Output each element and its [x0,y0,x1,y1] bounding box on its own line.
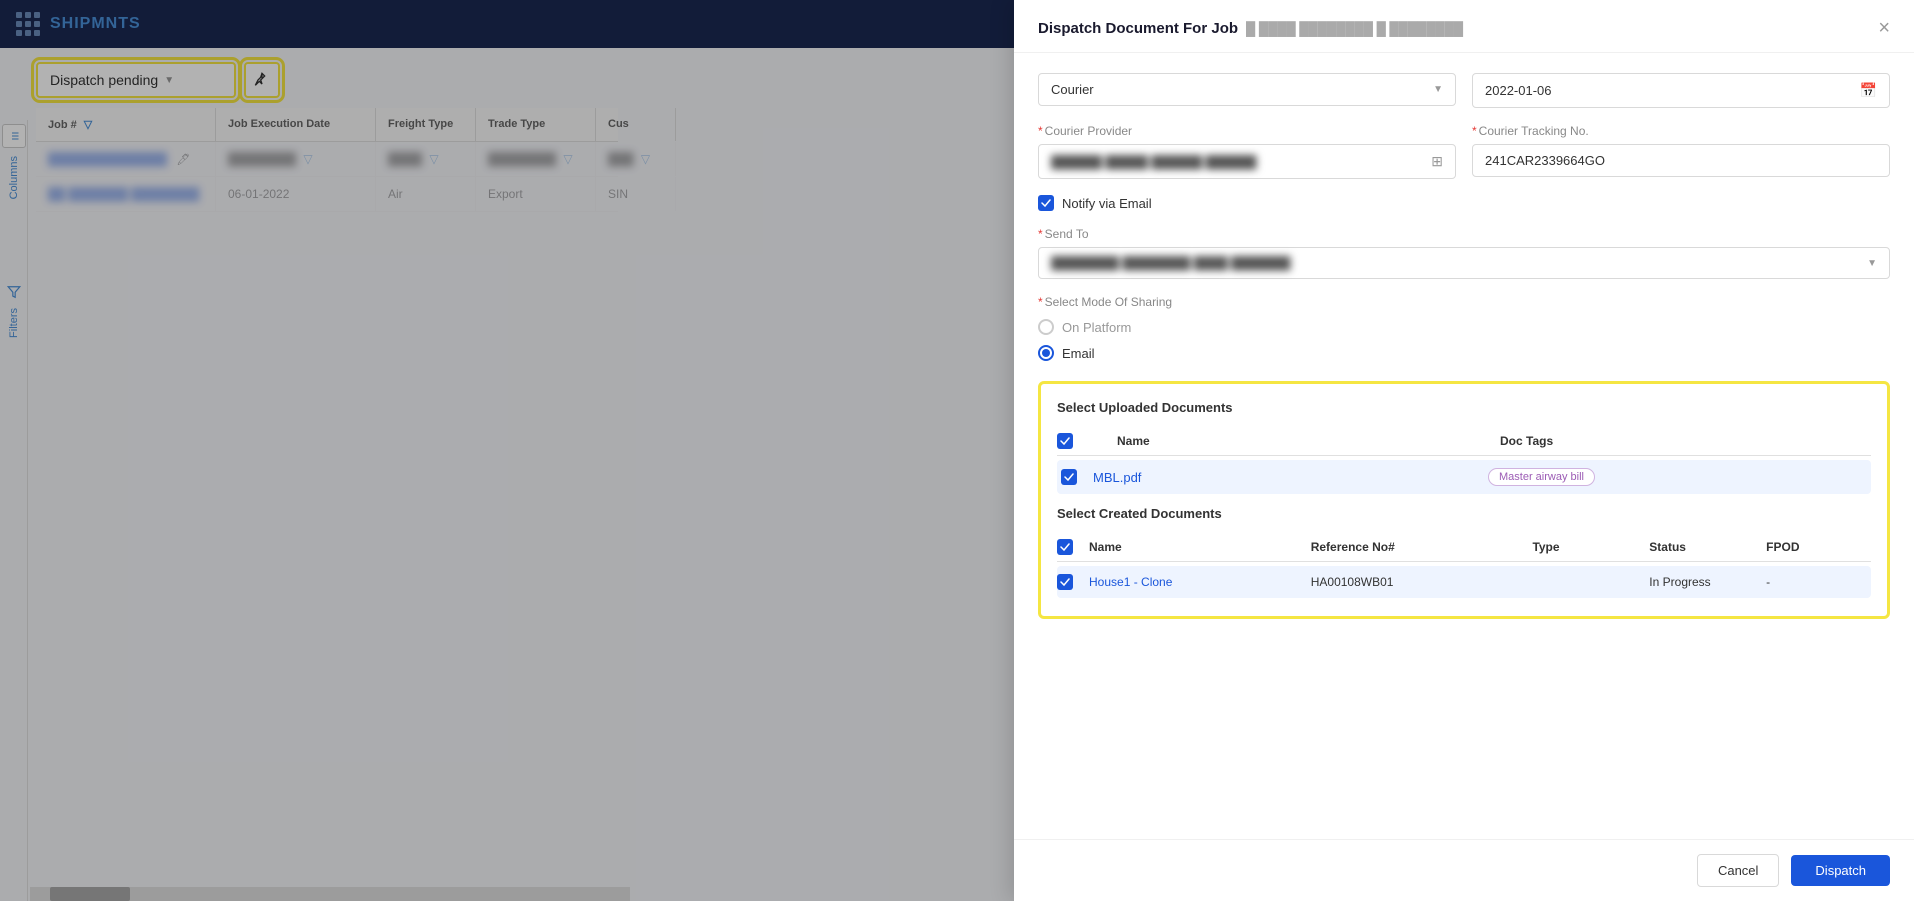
notify-email-checkbox[interactable] [1038,195,1054,211]
notify-email-row: Notify via Email [1038,195,1890,211]
grid-input-icon: ⊞ [1431,153,1443,170]
courier-provider-field[interactable]: ██████ █████ ██████ ██████ ⊞ [1038,144,1456,179]
uploaded-docs-section: Select Uploaded Documents Name Doc Tags [1038,381,1890,619]
created-col-type: Type [1532,540,1637,554]
radio-email-label: Email [1062,346,1095,361]
modal-job-id: █ ████ ████████ █ ████████ [1246,21,1463,36]
created-select-all-checkbox[interactable] [1057,539,1073,555]
created-col-fpod: FPOD [1766,540,1871,554]
uploaded-doc-name: MBL.pdf [1093,470,1476,485]
uploaded-select-all-checkbox[interactable] [1057,433,1073,449]
modal-title: Dispatch Document For Job █ ████ ███████… [1038,20,1463,37]
send-to-label: *Send To [1038,227,1890,241]
courier-provider-label: *Courier Provider [1038,124,1456,138]
created-docs-title: Select Created Documents [1057,506,1871,521]
send-to-dropdown[interactable]: ████████ ████████ ████ ███████ ▼ [1038,247,1890,279]
form-row-courier: *Courier Provider ██████ █████ ██████ ██… [1038,124,1890,179]
mode-sharing-section: *Select Mode Of Sharing On Platform Emai… [1038,295,1890,361]
courier-tracking-field[interactable]: 241CAR2339664GO [1472,144,1890,177]
modal-body: Courier ▼ 2022-01-06 📅 *Courier Provider… [1014,53,1914,839]
send-to-chevron: ▼ [1867,258,1877,269]
dispatch-modal: Dispatch Document For Job █ ████ ███████… [1014,0,1914,901]
form-group-provider: *Courier Provider ██████ █████ ██████ ██… [1038,124,1456,179]
dispatch-button[interactable]: Dispatch [1791,855,1890,886]
notify-email-label: Notify via Email [1062,196,1152,211]
uploaded-docs-header: Name Doc Tags [1057,427,1871,456]
form-group-send-to: *Send To ████████ ████████ ████ ███████ … [1038,227,1890,279]
cancel-button[interactable]: Cancel [1697,854,1779,887]
uploaded-doc-tag: Master airway bill [1488,468,1595,486]
type-dropdown[interactable]: Courier ▼ [1038,73,1456,106]
radio-email-button[interactable] [1038,345,1054,361]
created-col-ref: Reference No# [1311,540,1521,554]
created-doc-checkbox[interactable] [1057,574,1073,590]
date-picker[interactable]: 2022-01-06 📅 [1472,73,1890,108]
uploaded-doc-checkbox[interactable] [1061,469,1077,485]
radio-group-mode: On Platform Email [1038,319,1890,361]
courier-tracking-label: *Courier Tracking No. [1472,124,1890,138]
form-group-type: Courier ▼ [1038,73,1456,108]
send-to-value: ████████ ████████ ████ ███████ [1051,256,1291,270]
form-group-tracking: *Courier Tracking No. 241CAR2339664GO [1472,124,1890,179]
created-doc-row[interactable]: House1 - Clone HA00108WB01 In Progress - [1057,566,1871,598]
modal-footer: Cancel Dispatch [1014,839,1914,901]
modal-header: Dispatch Document For Job █ ████ ███████… [1014,0,1914,53]
form-row-type-date: Courier ▼ 2022-01-06 📅 [1038,73,1890,108]
created-doc-fpod: - [1766,575,1871,589]
radio-on-platform-button[interactable] [1038,319,1054,335]
form-row-send-to: *Send To ████████ ████████ ████ ███████ … [1038,227,1890,279]
created-col-name: Name [1089,540,1299,554]
created-doc-name: House1 - Clone [1089,575,1299,589]
courier-provider-value: ██████ █████ ██████ ██████ [1051,155,1257,169]
uploaded-docs-table: Name Doc Tags MBL.pdf Master airway bill [1057,427,1871,494]
type-dropdown-chevron: ▼ [1433,84,1443,95]
created-doc-status: In Progress [1649,575,1754,589]
uploaded-col-name: Name [1117,434,1488,448]
uploaded-docs-title: Select Uploaded Documents [1057,400,1871,415]
calendar-icon: 📅 [1860,82,1877,99]
created-docs-section: Select Created Documents Name Reference … [1057,506,1871,598]
created-doc-ref: HA00108WB01 [1311,575,1521,589]
uploaded-doc-row[interactable]: MBL.pdf Master airway bill [1057,460,1871,494]
radio-email[interactable]: Email [1038,345,1890,361]
uploaded-col-tags: Doc Tags [1500,434,1871,448]
created-col-status: Status [1649,540,1754,554]
mode-sharing-label: *Select Mode Of Sharing [1038,295,1890,309]
radio-on-platform[interactable]: On Platform [1038,319,1890,335]
form-group-date: 2022-01-06 📅 [1472,73,1890,108]
created-docs-header: Name Reference No# Type Status FPOD [1057,533,1871,562]
radio-on-platform-label: On Platform [1062,320,1131,335]
modal-close-button[interactable]: × [1878,18,1890,38]
